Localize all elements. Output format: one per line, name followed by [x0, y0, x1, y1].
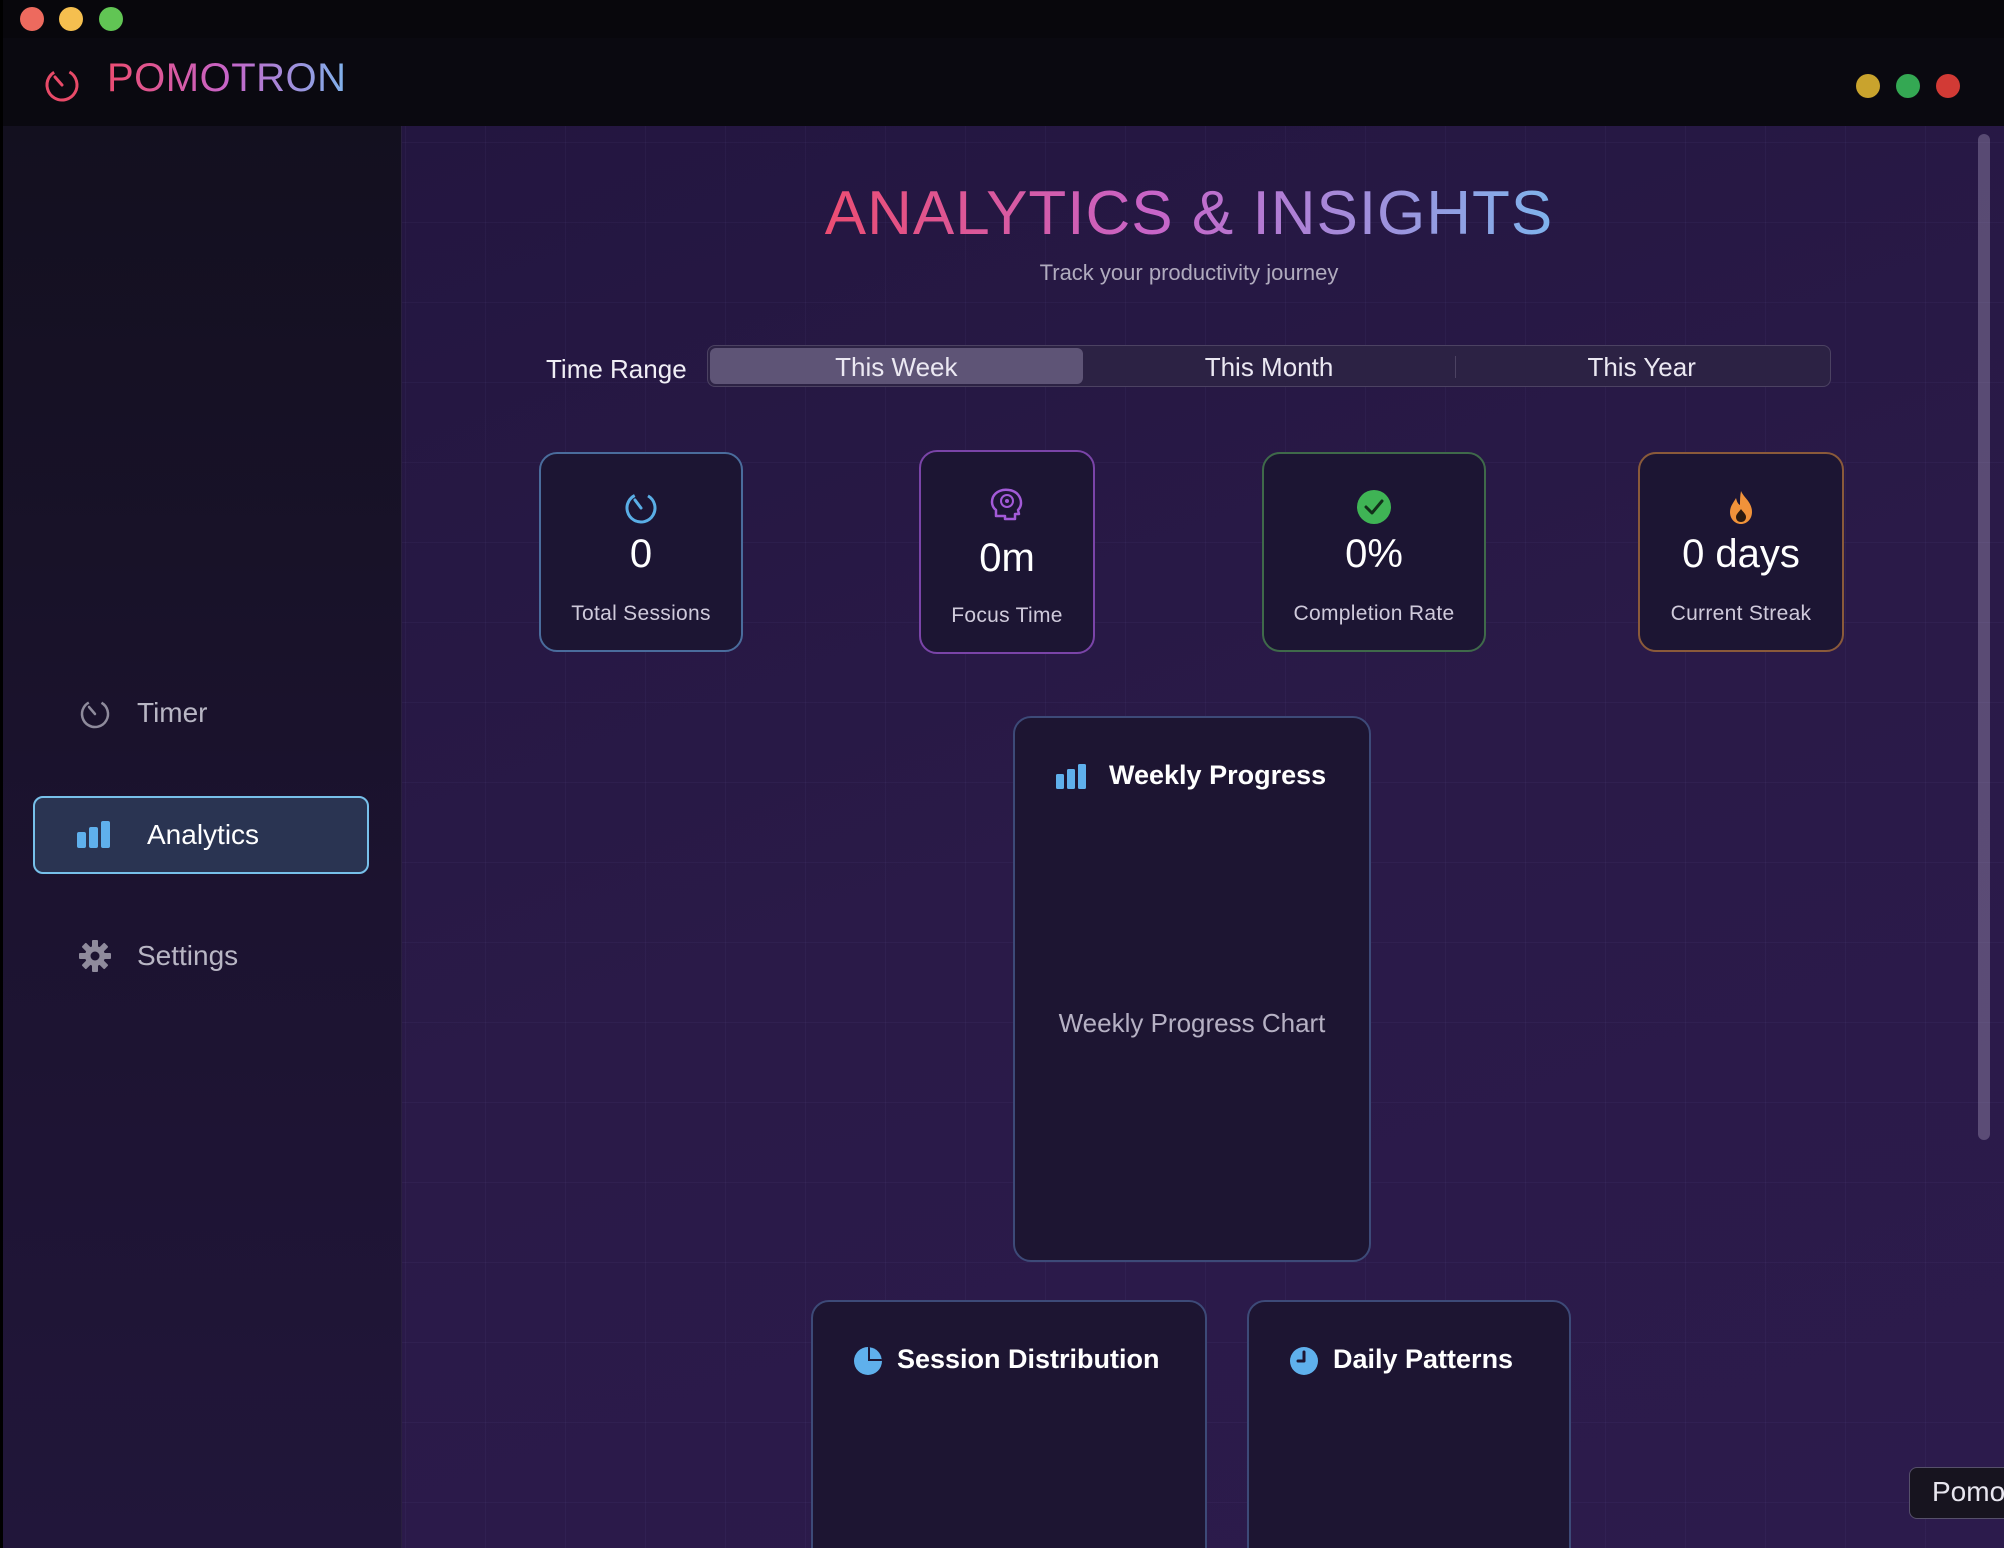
stat-value: 0 — [629, 532, 653, 576]
page-title: ANALYTICS & INSIGHTS — [824, 179, 1554, 248]
time-range-selector: This Week This Month This Year — [707, 345, 1831, 387]
timer-icon — [625, 492, 657, 524]
main-content: ANALYTICS & INSIGHTS Track your producti… — [402, 126, 2004, 1548]
daily-patterns-panel: Daily Patterns — [1247, 1300, 1571, 1548]
chart-placeholder: Weekly Progress Chart — [1058, 1008, 1326, 1038]
stat-value: 0% — [1345, 532, 1403, 576]
maximize-window-button[interactable] — [99, 7, 123, 31]
time-range-this-year[interactable]: This Year — [1455, 348, 1828, 384]
sidebar: Timer Analytics Settings — [3, 126, 402, 1548]
panel-title: Daily Patterns — [1333, 1344, 1514, 1374]
app-window: POMOTRON Timer Analytics Settings ANALYT… — [3, 0, 2004, 1548]
time-range-this-month[interactable]: This Month — [1083, 348, 1456, 384]
stat-label: Total Sessions — [571, 602, 711, 625]
timer-logo-icon — [45, 68, 79, 102]
sidebar-item-settings[interactable]: Settings — [33, 917, 369, 995]
check-circle-icon — [1357, 490, 1391, 524]
stat-value: 0m — [979, 536, 1035, 580]
time-range-label: Time Range — [546, 354, 687, 384]
panel-title: Weekly Progress — [1109, 760, 1327, 790]
sidebar-item-label: Timer — [137, 697, 208, 728]
stat-label: Completion Rate — [1293, 602, 1455, 625]
page-subtitle: Track your productivity journey — [1039, 260, 1339, 285]
scrollbar-thumb[interactable] — [1978, 134, 1990, 1140]
stat-label: Focus Time — [951, 604, 1063, 627]
pomo-floating-button[interactable]: Pomo — [1909, 1467, 2004, 1519]
session-distribution-panel: Session Distribution — [811, 1300, 1207, 1548]
flame-icon — [1730, 491, 1752, 524]
stat-label: Current Streak — [1670, 602, 1812, 625]
stat-value: 0 days — [1682, 532, 1800, 576]
status-dot-red[interactable] — [1936, 74, 1960, 98]
bar-chart-icon — [1056, 764, 1086, 789]
panel-title: Session Distribution — [897, 1344, 1160, 1374]
pie-chart-icon — [854, 1347, 882, 1375]
timer-icon — [80, 699, 110, 729]
weekly-progress-panel: Weekly Progress Weekly Progress Chart — [1013, 716, 1371, 1262]
status-dot-yellow[interactable] — [1856, 74, 1880, 98]
app-brand: POMOTRON — [107, 56, 347, 100]
time-range-this-week[interactable]: This Week — [710, 348, 1083, 384]
stat-card-total-sessions: 0 Total Sessions — [539, 452, 743, 652]
gear-icon — [79, 940, 111, 972]
stat-card-current-streak: 0 days Current Streak — [1638, 452, 1844, 652]
stat-card-completion-rate: 0% Completion Rate — [1262, 452, 1486, 652]
minimize-window-button[interactable] — [59, 7, 83, 31]
bar-chart-icon — [77, 821, 110, 848]
stat-card-focus-time: 0m Focus Time — [919, 450, 1095, 654]
sidebar-item-label: Analytics — [147, 819, 260, 850]
clock-icon — [1290, 1347, 1318, 1375]
close-window-button[interactable] — [20, 7, 44, 31]
brain-icon — [990, 488, 1023, 521]
sidebar-item-label: Settings — [137, 940, 239, 971]
sidebar-item-timer[interactable]: Timer — [33, 674, 369, 752]
sidebar-item-analytics[interactable]: Analytics — [33, 796, 369, 874]
status-dot-green[interactable] — [1896, 74, 1920, 98]
